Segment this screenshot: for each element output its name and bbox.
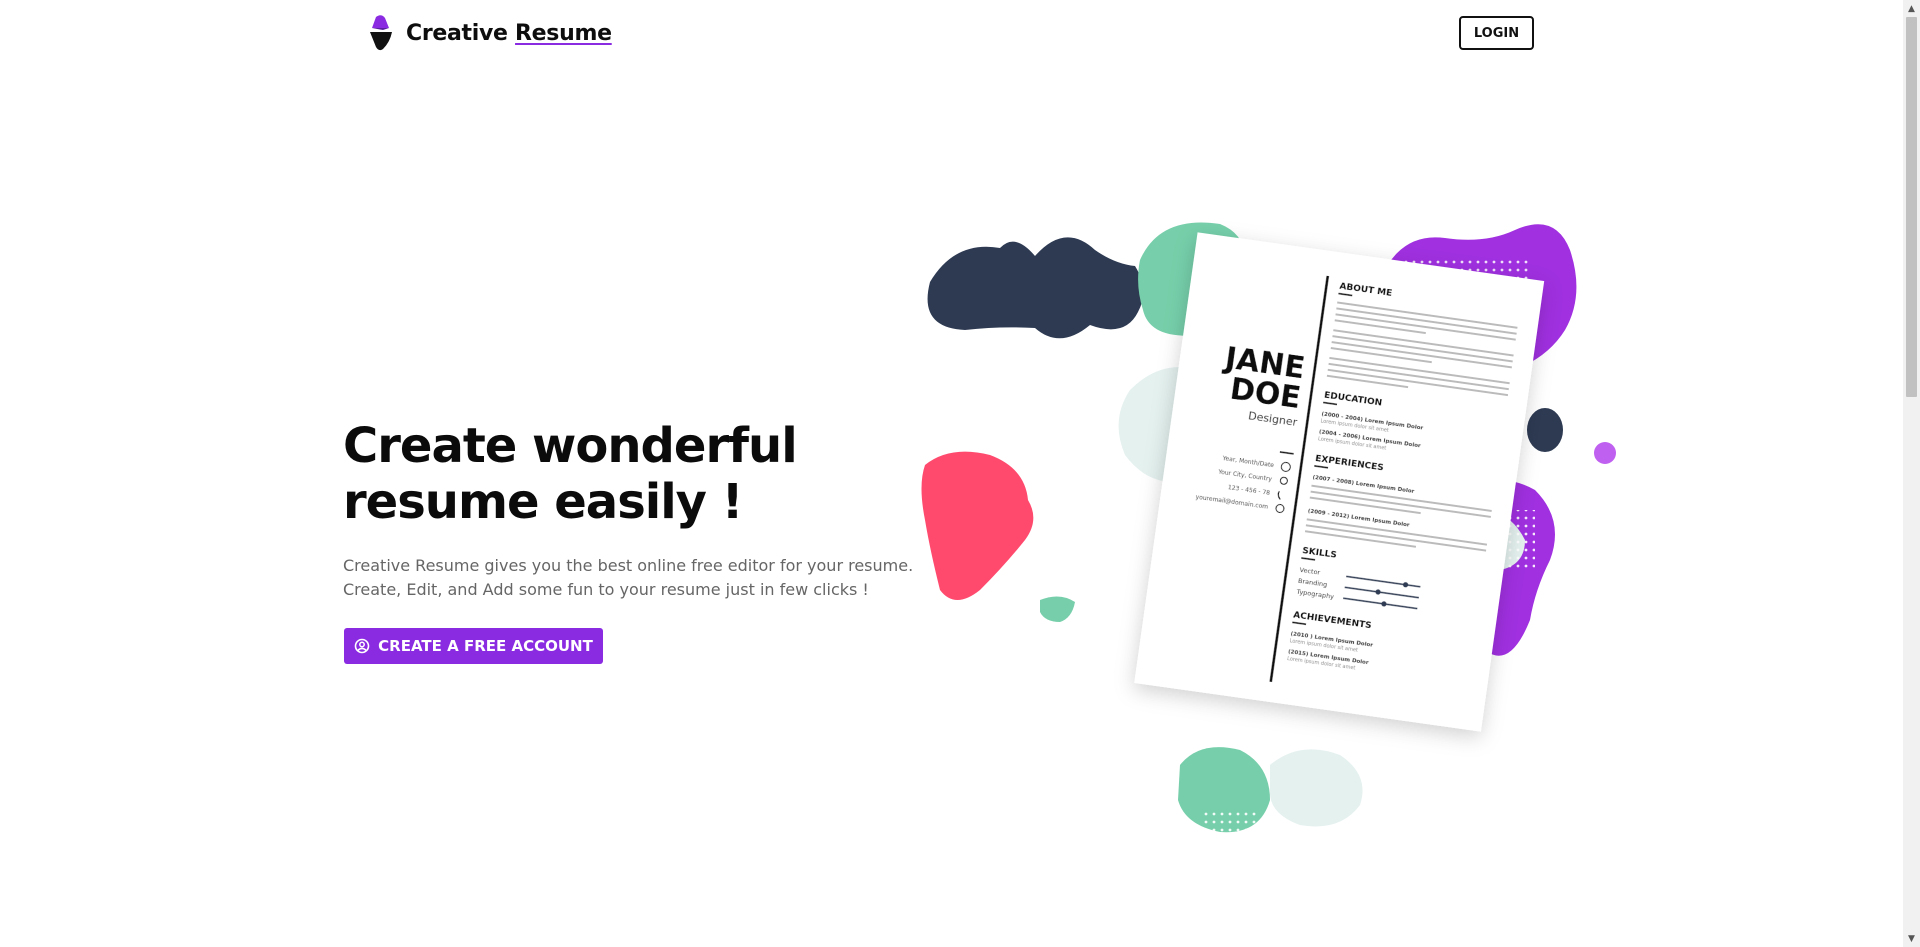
dot-pattern-bottom xyxy=(1200,810,1260,832)
navy-blob xyxy=(927,237,1144,339)
scroll-up-arrow-icon[interactable]: ▲ xyxy=(1903,0,1920,17)
mint-blob-small xyxy=(1040,596,1075,622)
brand-name-accent: Resume xyxy=(515,20,612,46)
page: Creative Resume LOGIN Create wonderful re… xyxy=(0,0,1920,947)
hero-description-line-2: Create, Edit, and Add some fun to your r… xyxy=(343,580,869,599)
hero-title-line-1: Create wonderful xyxy=(343,418,798,474)
create-account-button[interactable]: CREATE A FREE ACCOUNT xyxy=(344,628,603,664)
navy-dot xyxy=(1527,408,1563,452)
brand-name-primary: Creative xyxy=(406,20,508,46)
hero-title-line-2: resume easily ! xyxy=(343,474,744,530)
brand-link[interactable]: Creative Resume xyxy=(368,14,612,52)
hero-title: Create wonderful resume easily ! xyxy=(343,418,903,530)
site-header: Creative Resume LOGIN xyxy=(0,0,1900,70)
hero-description-line-1: Creative Resume gives you the best onlin… xyxy=(343,556,914,575)
login-button[interactable]: LOGIN xyxy=(1459,16,1534,50)
pink-blob xyxy=(921,451,1034,600)
resume-illustration: JANE DOE Designer Year, Month/Date Your … xyxy=(921,222,1616,833)
hero-description: Creative Resume gives you the best onlin… xyxy=(343,554,923,602)
brand-name: Creative Resume xyxy=(406,21,612,46)
pale-blob-bottom xyxy=(1270,749,1363,827)
scrollbar-thumb[interactable] xyxy=(1906,17,1917,397)
create-account-label: CREATE A FREE ACCOUNT xyxy=(378,637,593,655)
resume-paper: JANE DOE Designer Year, Month/Date Your … xyxy=(1134,232,1545,732)
user-circle-icon xyxy=(354,638,370,654)
scroll-down-arrow-icon[interactable]: ▼ xyxy=(1903,930,1920,947)
vertical-scrollbar[interactable]: ▲ ▼ xyxy=(1903,0,1920,947)
purple-dot xyxy=(1594,442,1616,464)
brand-logo-icon xyxy=(370,15,392,51)
